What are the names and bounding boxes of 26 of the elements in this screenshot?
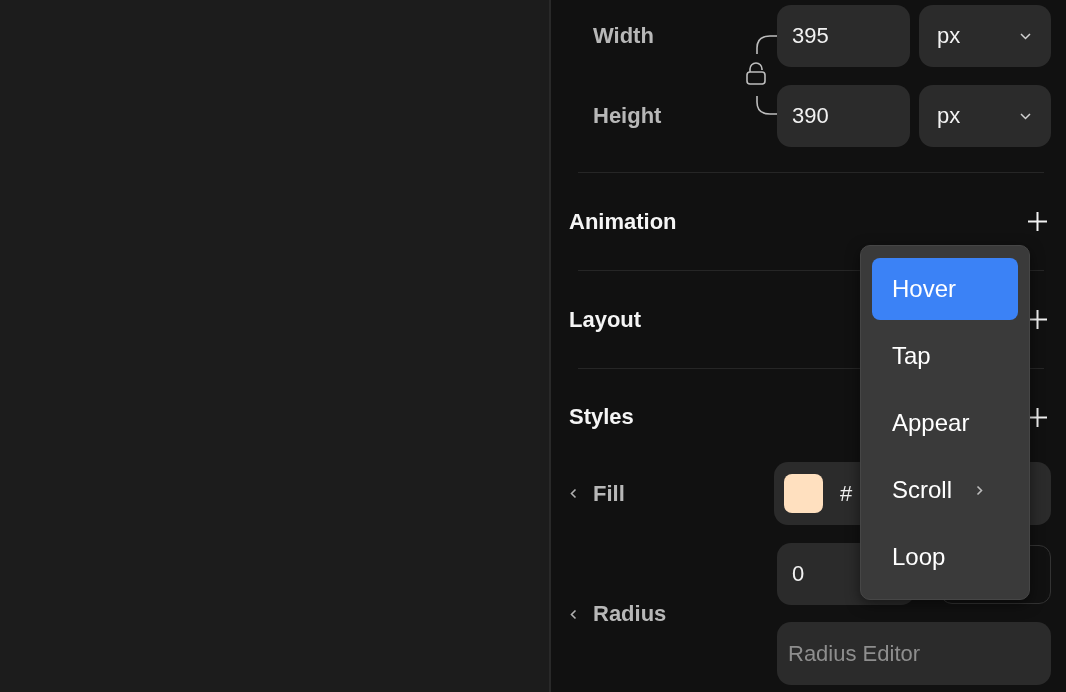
unit-dropdown[interactable]: px [919,5,1051,67]
chevron-left-icon[interactable] [570,488,577,499]
menu-item[interactable]: Appear [872,392,1018,454]
section-title: Styles [569,404,634,430]
color-value: # [840,480,853,507]
dimension-label: Height [593,103,662,129]
radius-editor-field[interactable]: Radius Editor [777,622,1051,685]
menu-item[interactable]: Tap [872,325,1018,387]
color-swatch-icon[interactable] [784,474,823,513]
unit-dropdown[interactable]: px [919,85,1051,147]
chevron-down-icon [1020,112,1031,120]
aspect-lock-icon[interactable] [745,34,777,118]
property-label: Fill [593,480,625,507]
number-field[interactable]: 390 [777,85,910,147]
dimension-label: Width [593,23,654,49]
property-label: Radius [593,601,667,627]
plus-icon[interactable] [1028,212,1047,231]
number-field[interactable]: 395 [777,5,910,67]
section-title: Animation [569,208,677,235]
chevron-down-icon [1020,32,1031,40]
chevron-left-icon[interactable] [570,608,577,620]
plus-icon[interactable] [1028,310,1047,329]
menu-item[interactable]: Scroll [872,459,1018,521]
section-title: Layout [569,306,642,333]
menu-item[interactable]: Hover [872,258,1018,320]
plus-icon[interactable] [1028,407,1047,427]
